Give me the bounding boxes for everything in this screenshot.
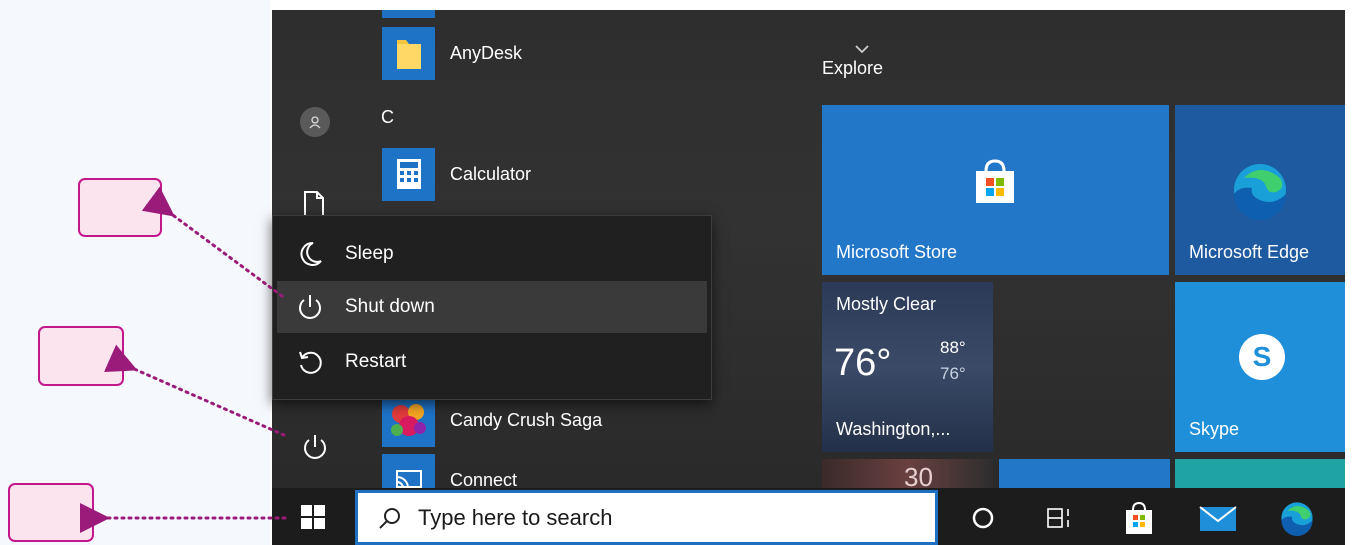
- callout-box-bottom[interactable]: [8, 483, 94, 542]
- app-tile-partial: [382, 10, 435, 18]
- search-placeholder: Type here to search: [418, 504, 613, 530]
- app-label: Connect: [450, 469, 518, 489]
- tile-skype[interactable]: S Skype: [1175, 282, 1345, 452]
- power-icon: [295, 292, 325, 322]
- group-title[interactable]: Explore: [822, 58, 883, 79]
- letter-header[interactable]: C: [381, 107, 394, 128]
- tile-partial-teal[interactable]: [1175, 459, 1345, 488]
- tile-label: Microsoft Store: [836, 242, 958, 262]
- edge-icon[interactable]: [1275, 496, 1319, 540]
- callout-box-top[interactable]: [78, 178, 162, 237]
- list-item-anydesk[interactable]: AnyDesk: [382, 26, 523, 80]
- weather-high: 88°: [940, 338, 966, 357]
- tile-microsoft-edge[interactable]: Microsoft Edge: [1175, 105, 1345, 275]
- sleep-label: Sleep: [345, 243, 394, 264]
- cortana-icon[interactable]: [961, 496, 1005, 540]
- callout-box-middle[interactable]: [38, 326, 124, 386]
- restart-label: Restart: [345, 351, 407, 372]
- store-icon: [970, 157, 1020, 212]
- calculator-icon: [382, 147, 435, 201]
- tile-area: Explore Microsoft Store Microsoft Edge M…: [804, 10, 1345, 488]
- restart-icon: [295, 347, 325, 377]
- store-icon[interactable]: [1117, 496, 1161, 540]
- windows-logo-icon: [301, 504, 325, 529]
- weather-condition: Mostly Clear: [836, 294, 937, 314]
- tile-microsoft-store[interactable]: Microsoft Store: [822, 105, 1169, 275]
- mail-icon[interactable]: [1196, 496, 1240, 540]
- sleep-option[interactable]: Sleep: [277, 228, 707, 280]
- weather-location: Washington,...: [836, 419, 951, 439]
- shut-down-option[interactable]: Shut down: [277, 281, 707, 333]
- edge-icon: [1230, 160, 1290, 225]
- list-item-candy-crush[interactable]: Candy Crush Saga: [382, 393, 603, 447]
- taskbar: Type here to search: [272, 488, 1345, 545]
- power-icon[interactable]: [300, 432, 330, 462]
- connect-icon: [382, 453, 435, 488]
- search-icon: [378, 506, 402, 530]
- tile-partial-blue[interactable]: [999, 459, 1170, 488]
- weather-low: 76°: [940, 364, 966, 383]
- page-margin: [0, 0, 270, 545]
- moon-icon: [295, 239, 325, 269]
- user-avatar-icon[interactable]: [300, 107, 330, 137]
- documents-icon[interactable]: [302, 190, 326, 218]
- candy-crush-icon: [382, 393, 435, 447]
- power-menu: Sleep Shut down Restart: [272, 215, 712, 400]
- skype-icon: S: [1239, 334, 1285, 380]
- weather-temperature: 76°: [834, 342, 892, 384]
- task-view-icon[interactable]: [1038, 496, 1082, 540]
- folder-icon: [382, 26, 435, 80]
- app-label: AnyDesk: [450, 42, 523, 63]
- tile-label: Microsoft Edge: [1189, 242, 1310, 262]
- search-input[interactable]: Type here to search: [355, 490, 938, 545]
- start-button[interactable]: [272, 488, 354, 545]
- tile-weather[interactable]: Mostly Clear 76° 88° 76° Washington,...: [822, 282, 993, 452]
- list-item-connect[interactable]: Connect: [382, 453, 518, 489]
- app-label: Calculator: [450, 163, 532, 184]
- tile-partial-photo[interactable]: 30: [822, 459, 993, 488]
- list-item-calculator[interactable]: Calculator: [382, 147, 532, 201]
- tile-label: Skype: [1189, 419, 1240, 439]
- shut-down-label: Shut down: [345, 296, 435, 317]
- restart-option[interactable]: Restart: [277, 336, 707, 388]
- tile-peek-text: 30: [904, 462, 933, 488]
- app-label: Candy Crush Saga: [450, 409, 603, 430]
